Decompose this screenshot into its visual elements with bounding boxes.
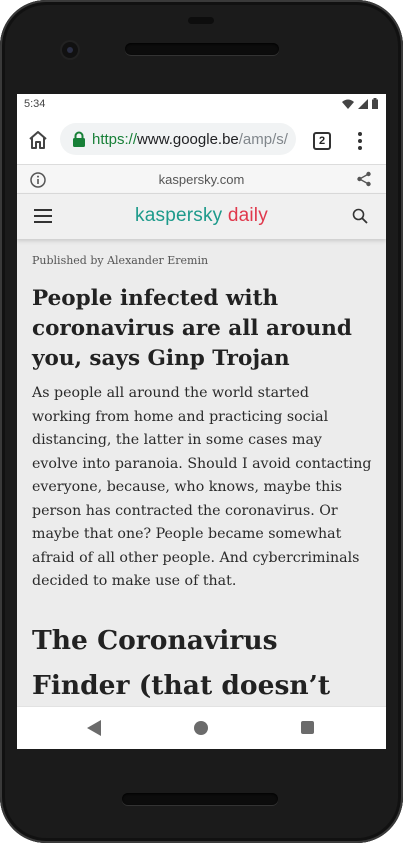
screen: 5:34 https://www.google.be/amp/s/ 2 kasp… [17, 94, 386, 749]
front-camera [62, 42, 78, 58]
amp-viewer-bar: kaspersky.com [17, 164, 386, 194]
home-icon[interactable] [25, 127, 51, 153]
android-nav-bar [17, 706, 386, 749]
url-path: /amp/s/ [238, 130, 288, 148]
top-speaker-grille [125, 43, 279, 55]
more-vert-icon[interactable] [355, 129, 365, 153]
logo-kaspersky: kaspersky [135, 205, 223, 226]
search-icon[interactable] [352, 208, 368, 224]
article: Published by Alexander Eremin People inf… [32, 254, 372, 749]
lock-icon [73, 131, 85, 147]
byline: Published by Alexander Eremin [32, 254, 209, 267]
site-logo[interactable]: kaspersky daily [17, 205, 386, 227]
share-icon[interactable] [356, 171, 372, 187]
tab-switcher-button[interactable]: 2 [313, 132, 331, 150]
circle-home-icon[interactable] [194, 721, 208, 735]
logo-daily: daily [222, 205, 268, 226]
url-host: www.google.be [137, 130, 239, 148]
status-time: 5:34 [24, 98, 46, 110]
browser-toolbar: https://www.google.be/amp/s/ 2 [17, 116, 386, 164]
url-protocol: https:// [92, 130, 138, 148]
bottom-speaker-grille [122, 793, 278, 805]
wifi-icon [342, 99, 354, 109]
back-icon[interactable] [87, 720, 101, 736]
proximity-sensor [188, 17, 214, 24]
address-bar[interactable]: https://www.google.be/amp/s/ [60, 123, 296, 155]
battery-icon [372, 98, 378, 109]
signal-icon [358, 98, 368, 109]
article-headline: People infected with coronavirus are all… [32, 286, 352, 371]
url-text: https://www.google.be/amp/s/ [92, 131, 292, 148]
site-header: kaspersky daily [17, 194, 386, 239]
article-intro: As people all around the world started w… [32, 385, 372, 589]
amp-domain[interactable]: kaspersky.com [17, 172, 386, 187]
status-bar: 5:34 [17, 94, 386, 116]
status-icons [342, 98, 378, 109]
recents-icon[interactable] [301, 721, 314, 734]
phone-frame: 5:34 https://www.google.be/amp/s/ 2 kasp… [0, 0, 403, 843]
